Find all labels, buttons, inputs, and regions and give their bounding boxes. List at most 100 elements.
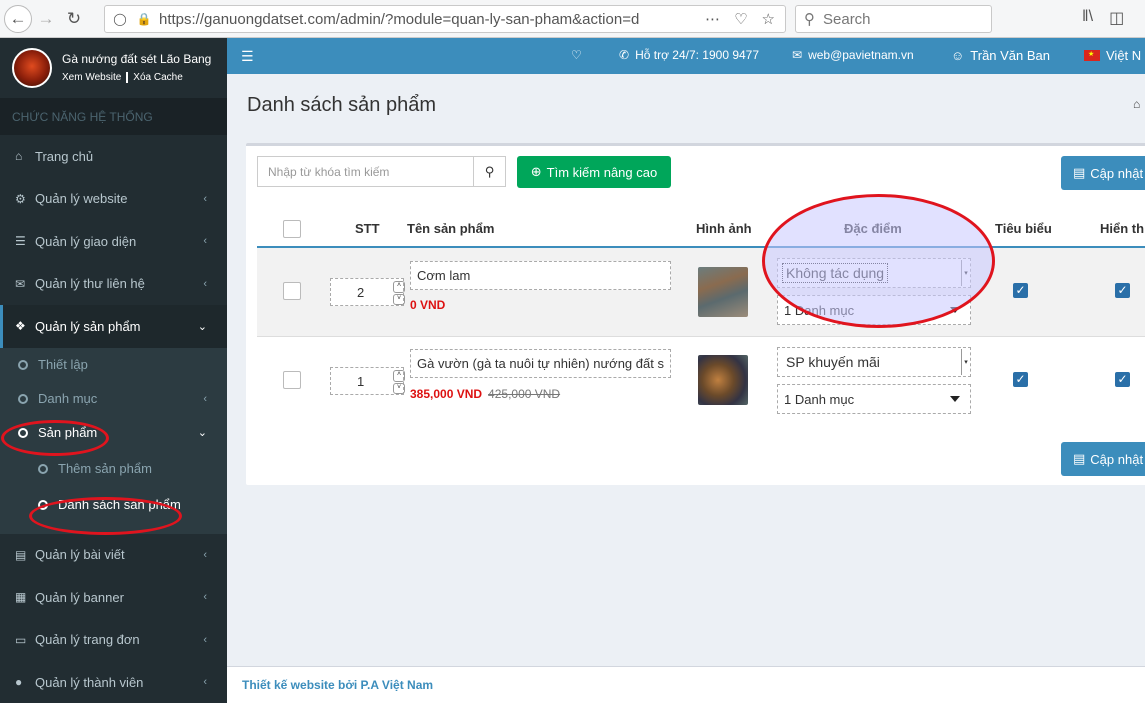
chevron-left-icon: ‹ <box>203 591 207 604</box>
home-icon: ⌂ <box>15 149 23 164</box>
circle-icon <box>38 463 48 474</box>
chevron-left-icon: ‹ <box>203 548 207 561</box>
row-checkbox[interactable] <box>283 282 301 300</box>
search-button[interactable]: ⚲ <box>473 156 506 187</box>
category-select[interactable]: 1 Danh mục <box>777 295 971 325</box>
cogs-icon: ⚙ <box>15 191 26 206</box>
url-text: https://ganuongdatset.com/admin/?module=… <box>159 10 640 28</box>
product-old-price: 425,000 VND <box>488 387 561 401</box>
footer: Thiết kế website bởi P.A Việt Nam <box>227 666 1145 703</box>
reload-icon[interactable]: ↻ <box>60 5 88 33</box>
menu-toggle-icon[interactable]: ☰ <box>241 48 254 65</box>
scroll-arrow-icon: ▾ <box>961 260 970 286</box>
sidebar-item-theme[interactable]: ☰ Quản lý giao diện ‹ <box>0 220 227 263</box>
stepper-up-icon[interactable]: ˄ <box>393 370 405 382</box>
sidebar-icon[interactable]: ◫ <box>1109 8 1124 28</box>
product-thumbnail[interactable] <box>698 355 748 405</box>
brand: Gà nướng đất sét Lão Bang Xem Website Xóa… <box>0 38 227 98</box>
back-icon[interactable]: ← <box>4 4 32 33</box>
product-name-input[interactable]: Cơm lam <box>410 261 671 290</box>
user-menu[interactable]: ☺ Trần Văn Ban <box>951 48 1050 63</box>
sidebar-item-contact[interactable]: ✉ Quản lý thư liên hệ ‹ <box>0 263 227 306</box>
envelope-icon: ✉ <box>15 276 26 291</box>
stepper-down-icon[interactable]: ˅ <box>393 293 405 305</box>
select-all-checkbox[interactable] <box>283 220 301 238</box>
save-icon: ▤ <box>1073 165 1086 180</box>
featured-checkbox[interactable]: ✓ <box>1013 372 1028 387</box>
column-header-image: Hình ảnh <box>696 221 752 236</box>
url-bar[interactable]: ◯ 🔒 https://ganuongdatset.com/admin/?mod… <box>104 5 786 33</box>
feature-select[interactable]: Không tác dụng ▾ <box>777 258 971 288</box>
sidebar-subitem-product-list[interactable]: Danh sách sản phẩm <box>0 488 227 522</box>
column-header-stt: STT <box>355 221 380 236</box>
bell-icon[interactable]: ♡ <box>571 48 582 62</box>
search-input[interactable]: Nhập từ khóa tìm kiếm <box>257 156 474 187</box>
product-list-box: Nhập từ khóa tìm kiếm ⚲ ⊕ Tìm kiếm nâng c… <box>246 143 1145 485</box>
vietnam-flag-icon <box>1084 50 1100 61</box>
sidebar-item-members[interactable]: ● Quản lý thành viên ‹ <box>0 661 227 703</box>
caret-down-icon <box>950 307 960 313</box>
product-thumbnail[interactable] <box>698 267 748 317</box>
save-button-bottom[interactable]: ▤ Cập nhật <box>1061 442 1145 476</box>
library-icon[interactable]: ‖\ <box>1082 8 1093 28</box>
user-circle-icon: ☺ <box>951 48 965 63</box>
more-icon[interactable]: ⋯ <box>705 10 720 28</box>
home-icon[interactable]: ⌂ <box>1133 97 1140 111</box>
category-select[interactable]: 1 Danh mục <box>777 384 971 414</box>
circle-icon <box>18 427 28 438</box>
envelope-icon: ✉ <box>792 48 803 62</box>
column-header-featured: Tiêu biểu <box>995 221 1052 236</box>
save-button-top[interactable]: ▤ Cập nhật <box>1061 156 1145 190</box>
site-name: Gà nướng đất sét Lão Bang <box>62 52 212 67</box>
column-header-feature: Đặc điểm <box>844 221 902 236</box>
chevron-down-icon: ⌄ <box>197 427 207 439</box>
stt-stepper[interactable]: ˄ ˅ <box>393 370 405 394</box>
bars-icon: ☰ <box>15 234 26 249</box>
sidebar-item-posts[interactable]: ▤ Quản lý bài viết ‹ <box>0 534 227 577</box>
product-name-input[interactable]: Gà vườn (gà ta nuôi tự nhiên) nướng đất … <box>410 349 671 378</box>
chevron-left-icon: ‹ <box>203 277 207 290</box>
sidebar-item-products[interactable]: ❖ Quản lý sản phẩm ⌄ <box>0 305 227 348</box>
forward-icon[interactable]: → <box>32 5 60 33</box>
table-row: 1 ˄ ˅ Gà vườn (gà ta nuôi tự nhiên) nướng… <box>257 336 1145 424</box>
sidebar-subitem-categories[interactable]: Danh mục ‹ <box>0 382 227 416</box>
sidebar-subitem-products[interactable]: Sản phẩm ⌄ <box>0 416 227 450</box>
featured-checkbox[interactable]: ✓ <box>1013 283 1028 298</box>
shield-icon: ◯ <box>113 12 127 26</box>
support-link[interactable]: ✆ Hỗ trợ 24/7: 1900 9477 <box>619 48 759 62</box>
language-menu[interactable]: Việt N <box>1084 48 1141 63</box>
site-logo <box>12 48 52 88</box>
sidebar-item-pages[interactable]: ▭ Quản lý trang đơn ‹ <box>0 619 227 662</box>
visible-checkbox[interactable]: ✓ <box>1115 372 1130 387</box>
stepper-up-icon[interactable]: ˄ <box>393 281 405 293</box>
browser-search-input[interactable]: ⚲ Search <box>795 5 992 33</box>
stepper-down-icon[interactable]: ˅ <box>393 382 405 394</box>
email-link[interactable]: ✉ web@pavietnam.vn <box>792 48 914 62</box>
row-checkbox[interactable] <box>283 371 301 389</box>
sidebar-item-website[interactable]: ⚙ Quản lý website ‹ <box>0 178 227 221</box>
clear-cache-link[interactable]: Xóa Cache <box>133 73 182 84</box>
search-icon: ⚲ <box>484 163 495 179</box>
sidebar-subitem-add-product[interactable]: Thêm sản phẩm <box>0 450 227 488</box>
phone-icon: ✆ <box>619 48 630 62</box>
feature-select[interactable]: SP khuyến mãi ▾ <box>777 347 971 377</box>
visible-checkbox[interactable]: ✓ <box>1115 283 1130 298</box>
chevron-left-icon: ‹ <box>203 192 207 205</box>
pocket-icon[interactable]: ♡ <box>734 10 747 28</box>
browser-toolbar: ← → ↻ ◯ 🔒 https://ganuongdatset.com/admi… <box>0 0 1145 38</box>
sidebar-item-home[interactable]: ⌂ Trang chủ <box>0 135 227 178</box>
view-website-link[interactable]: Xem Website <box>62 73 121 84</box>
chevron-left-icon: ‹ <box>203 676 207 689</box>
sidebar-item-banner[interactable]: ▦ Quản lý banner ‹ <box>0 576 227 619</box>
user-icon: ● <box>15 675 23 690</box>
advanced-search-button[interactable]: ⊕ Tìm kiếm nâng cao <box>517 156 671 188</box>
cubes-icon: ❖ <box>15 319 26 334</box>
bookmark-star-icon[interactable]: ☆ <box>762 10 775 28</box>
stt-input[interactable]: 2 ˄ ˅ <box>330 278 405 306</box>
main-content: Danh sách sản phẩm ⌂ Nhập từ khóa tìm ki… <box>227 74 1145 666</box>
laptop-icon: ▭ <box>15 632 27 647</box>
stt-input[interactable]: 1 ˄ ˅ <box>330 367 405 395</box>
stt-stepper[interactable]: ˄ ˅ <box>393 281 405 305</box>
products-submenu: Thiết lập Danh mục ‹ Sản phẩm ⌄ Thêm sản… <box>0 347 227 522</box>
sidebar-subitem-settings[interactable]: Thiết lập <box>0 348 227 382</box>
